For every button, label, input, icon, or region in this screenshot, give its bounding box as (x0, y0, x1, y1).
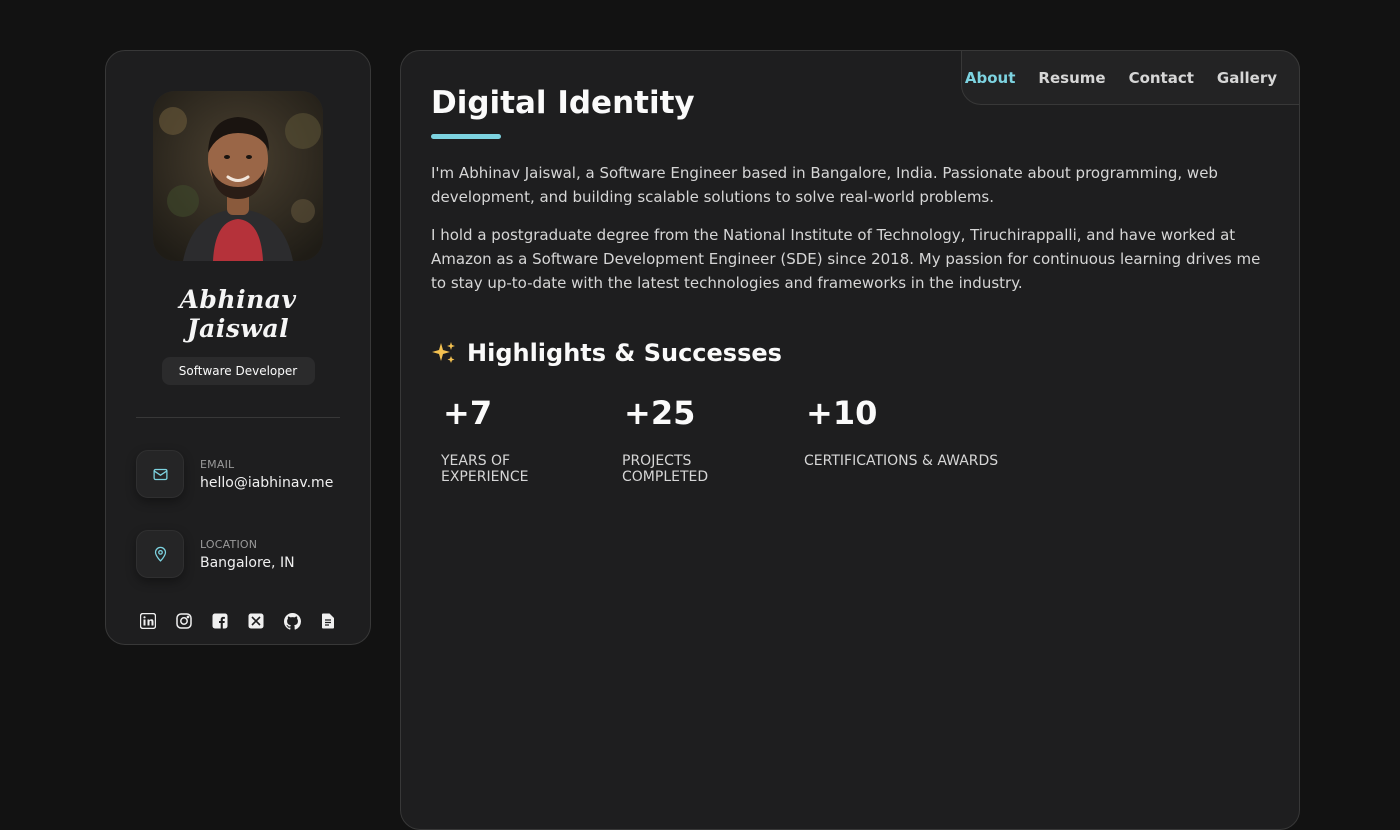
sparkles-icon (431, 340, 457, 366)
stat-value: +7 (443, 394, 493, 433)
avatar (153, 91, 323, 261)
contact-email: EMAIL hello@iabhinav.me (136, 450, 340, 498)
stat-certifications: +10 CERTIFICATIONS & AWARDS (804, 397, 998, 485)
map-pin-icon (136, 530, 184, 578)
x-twitter-icon[interactable] (247, 612, 265, 630)
nav-contact[interactable]: Contact (1129, 69, 1194, 87)
stat-value: +25 (624, 394, 696, 433)
email-link[interactable]: hello@iabhinav.me (200, 475, 333, 491)
facebook-icon[interactable] (211, 612, 229, 630)
profile-sidebar: Abhinav Jaiswal Software Developer EMAIL… (105, 50, 371, 645)
top-navigation: About Resume Contact Gallery (961, 50, 1300, 105)
mail-icon (136, 450, 184, 498)
title-underline (431, 134, 501, 140)
about-paragraph-1: I'm Abhinav Jaiswal, a Software Engineer… (431, 164, 1218, 207)
main-content: About Resume Contact Gallery Digital Ide… (400, 50, 1300, 830)
divider (136, 417, 340, 418)
location-value: Bangalore, IN (200, 554, 295, 571)
linkedin-icon[interactable] (139, 612, 157, 630)
highlights-heading: Highlights & Successes (431, 339, 1269, 367)
stats-row: +7 YEARS OF EXPERIENCE +25 PROJECTS COMP… (431, 397, 1269, 485)
role-badge: Software Developer (161, 357, 315, 385)
instagram-icon[interactable] (175, 612, 193, 630)
about-paragraph-2: I hold a postgraduate degree from the Na… (431, 226, 1261, 293)
location-label: LOCATION (200, 537, 258, 551)
nav-resume[interactable]: Resume (1038, 69, 1105, 87)
highlights-title: Highlights & Successes (467, 339, 782, 368)
email-label: EMAIL (200, 457, 235, 471)
stat-label: YEARS OF EXPERIENCE (441, 453, 529, 486)
profile-name: Abhinav Jaiswal (179, 285, 297, 343)
stat-label: CERTIFICATIONS & AWARDS (804, 453, 999, 470)
contact-location: LOCATION Bangalore, IN (136, 530, 340, 578)
document-icon[interactable] (319, 612, 337, 630)
stat-projects: +25 PROJECTS COMPLETED (622, 397, 778, 485)
nav-about[interactable]: About (965, 69, 1016, 87)
stat-experience: +7 YEARS OF EXPERIENCE (441, 397, 596, 485)
social-links (136, 612, 340, 630)
stat-value: +10 (806, 394, 878, 433)
stat-label: PROJECTS COMPLETED (622, 453, 709, 486)
github-icon[interactable] (283, 612, 301, 630)
nav-gallery[interactable]: Gallery (1217, 69, 1277, 87)
